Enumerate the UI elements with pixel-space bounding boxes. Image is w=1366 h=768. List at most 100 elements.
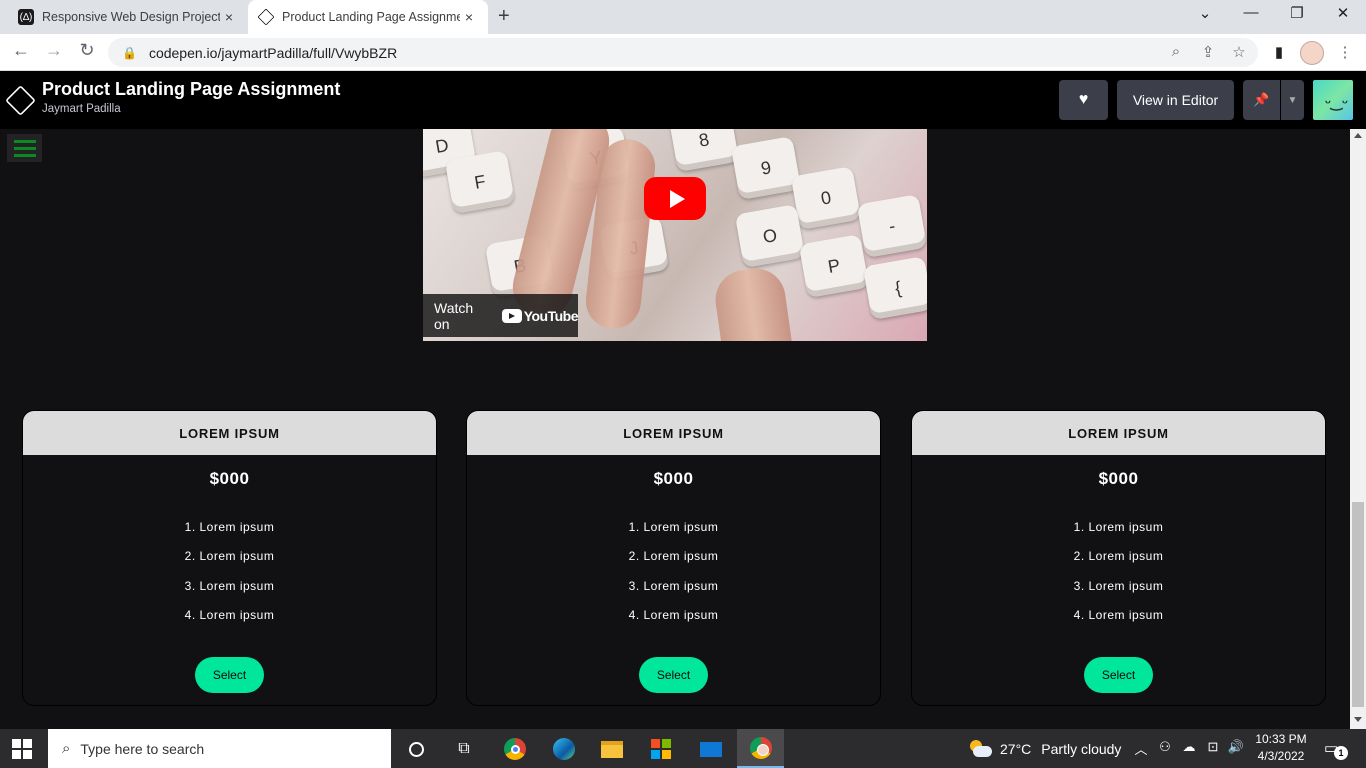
chrome-icon[interactable] (503, 737, 527, 761)
pricing-card-heading: LOREM IPSUM (23, 411, 436, 455)
browser-tab-responsive-web-design[interactable]: (∆) Responsive Web Design Projects × (8, 0, 248, 34)
reload-icon[interactable]: ↻ (75, 40, 99, 61)
pricing-feature-item: 3. Lorem ipsum (1073, 578, 1164, 593)
chrome-profile-active-icon[interactable] (737, 729, 784, 768)
view-in-editor-button[interactable]: View in Editor (1117, 80, 1234, 120)
url-text: codepen.io/jaymartPadilla/full/VwybBZR (148, 44, 398, 61)
youtube-video-embed[interactable]: D F Y 8 9 0 O P B J { - Watch on YouTube (423, 129, 927, 341)
scrollbar-thumb[interactable] (1352, 502, 1364, 707)
pricing-feature-item: 4. Lorem ipsum (628, 607, 719, 622)
tab-title: Product Landing Page Assignme (282, 10, 460, 24)
search-placeholder: Type here to search (80, 740, 205, 757)
youtube-play-button[interactable] (644, 177, 706, 220)
pricing-card: LOREM IPSUM $000 1. Lorem ipsum 2. Lorem… (466, 410, 881, 706)
notification-badge: 1 (1334, 746, 1348, 760)
pricing-feature-list: 1. Lorem ipsum 2. Lorem ipsum 3. Lorem i… (467, 520, 880, 637)
share-icon[interactable]: ⇪ (1198, 43, 1218, 61)
weather-description: Partly cloudy (1041, 740, 1122, 757)
keycap: O (734, 204, 806, 268)
pricing-feature-list: 1. Lorem ipsum 2. Lorem ipsum 3. Lorem i… (912, 520, 1325, 637)
tab-search-chevron-icon[interactable]: ⌄ (1193, 4, 1217, 22)
hamburger-menu-icon[interactable] (7, 134, 42, 162)
pricing-card: LOREM IPSUM $000 1. Lorem ipsum 2. Lorem… (911, 410, 1326, 706)
task-view-icon[interactable]: ⧉ (452, 737, 476, 761)
codepen-favicon-icon (257, 8, 275, 26)
minimize-icon[interactable]: — (1239, 4, 1263, 21)
clock-time: 10:33 PM (1255, 732, 1307, 746)
cortana-icon[interactable] (404, 737, 428, 761)
edge-icon[interactable] (552, 737, 576, 761)
pricing-feature-item: 1. Lorem ipsum (184, 520, 275, 534)
tab-close-icon[interactable]: × (220, 9, 238, 25)
pin-dropdown-button[interactable]: ▼ (1281, 80, 1304, 120)
user-avatar[interactable]: ᵕ‿ᵕ (1313, 80, 1353, 120)
pricing-card-price: $000 (209, 469, 250, 488)
scroll-up-arrow-icon[interactable] (1354, 133, 1362, 138)
tab-close-icon[interactable]: × (460, 9, 478, 25)
freecodecamp-favicon-icon: (∆) (18, 9, 34, 25)
chevron-down-icon: ▼ (1287, 94, 1298, 106)
pricing-feature-item: 4. Lorem ipsum (1073, 607, 1164, 622)
weather-widget[interactable]: 27°C Partly cloudy (968, 729, 1121, 768)
play-icon (669, 189, 685, 208)
profile-avatar[interactable] (1300, 41, 1324, 65)
keycap: F (444, 150, 516, 214)
pricing-card-heading: LOREM IPSUM (467, 411, 880, 455)
pin-icon: 📌 (1253, 92, 1270, 107)
side-panel-icon[interactable]: ▮ (1269, 43, 1289, 61)
select-button[interactable]: Select (1084, 657, 1153, 693)
youtube-logo: YouTube (501, 308, 579, 324)
youtube-play-icon (501, 308, 522, 323)
notification-center-icon[interactable]: ▭ 1 (1324, 739, 1348, 760)
watch-on-youtube-button[interactable]: Watch on YouTube (423, 294, 579, 337)
keycap: { (862, 256, 927, 320)
zoom-search-icon[interactable]: ⌕ (1166, 43, 1186, 60)
pricing-card-price: $000 (1098, 469, 1139, 488)
volume-icon[interactable]: 🔊 (1226, 739, 1246, 755)
heart-icon: ♥ (1078, 91, 1089, 108)
clock-date: 4/3/2022 (1257, 749, 1305, 763)
codepen-header: Product Landing Page Assignment Jaymart … (0, 71, 1366, 129)
browser-toolbar: ← → ↻ 🔒 codepen.io/jaymartPadilla/full/V… (0, 34, 1366, 71)
pricing-feature-item: 3. Lorem ipsum (628, 578, 719, 593)
file-explorer-icon[interactable] (600, 737, 624, 761)
show-hidden-icons-chevron-icon[interactable]: ︿ (1131, 739, 1151, 758)
pen-author[interactable]: Jaymart Padilla (42, 103, 121, 115)
pricing-feature-item: 4. Lorem ipsum (184, 607, 275, 622)
browser-menu-icon[interactable]: ⋮ (1335, 43, 1355, 61)
select-button[interactable]: Select (639, 657, 708, 693)
microsoft-store-icon[interactable] (649, 737, 673, 761)
scroll-down-arrow-icon[interactable] (1354, 717, 1362, 722)
network-icon[interactable]: ⊡ (1203, 739, 1223, 755)
like-button[interactable]: ♥ (1059, 80, 1108, 120)
pricing-feature-list: 1. Lorem ipsum 2. Lorem ipsum 3. Lorem i… (23, 520, 436, 637)
partly-cloudy-icon (968, 739, 992, 758)
bookmark-star-icon[interactable]: ☆ (1229, 43, 1249, 61)
mail-icon[interactable] (699, 737, 723, 761)
address-bar[interactable]: 🔒 codepen.io/jaymartPadilla/full/VwybBZR (108, 38, 1258, 67)
page-scrollbar[interactable] (1350, 129, 1366, 729)
forward-arrow-icon[interactable]: → (42, 40, 66, 61)
onedrive-cloud-icon[interactable]: ☁ (1179, 739, 1199, 755)
window-close-icon[interactable]: ✕ (1331, 4, 1355, 22)
windows-start-icon[interactable] (12, 739, 32, 759)
keycap: - (856, 194, 927, 258)
weather-temperature: 27°C (1000, 740, 1032, 757)
pen-title: Product Landing Page Assignment (42, 79, 341, 99)
restore-icon[interactable]: ❐ (1285, 4, 1309, 22)
taskbar-clock[interactable]: 10:33 PM 4/3/2022 (1250, 731, 1312, 765)
pin-button[interactable]: 📌 (1243, 80, 1280, 120)
new-tab-icon[interactable]: + (498, 5, 510, 28)
codepen-logo-icon[interactable] (5, 85, 36, 116)
back-arrow-icon[interactable]: ← (9, 40, 33, 61)
tab-title: Responsive Web Design Projects (42, 10, 220, 24)
meet-now-icon[interactable]: ⚇ (1155, 739, 1175, 755)
avatar-face-icon: ᵕ‿ᵕ (1325, 94, 1348, 110)
keycap: 9 (730, 136, 802, 200)
browser-tab-product-landing-page[interactable]: Product Landing Page Assignme × (248, 0, 488, 34)
pricing-feature-item: 2. Lorem ipsum (628, 549, 719, 564)
select-button[interactable]: Select (195, 657, 264, 693)
taskbar-search-box[interactable]: ⌕ Type here to search (48, 729, 391, 768)
page-content: D F Y 8 9 0 O P B J { - Watch on YouTube… (0, 129, 1350, 729)
pricing-card-heading: LOREM IPSUM (912, 411, 1325, 455)
